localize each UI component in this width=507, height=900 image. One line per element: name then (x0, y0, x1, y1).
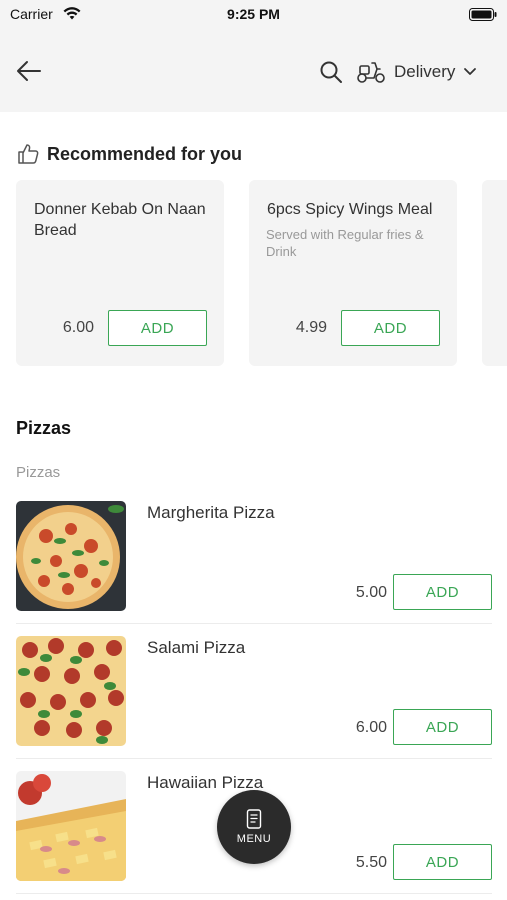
divider (16, 623, 492, 624)
scooter-icon (357, 62, 385, 83)
recommended-title: Recommended for you (47, 143, 243, 164)
menu-fab-button[interactable]: MENU (217, 790, 291, 864)
recommended-card[interactable]: Donner Kebab On Naan Bread 6.00 ADD (16, 180, 224, 366)
menu-item[interactable]: Margherita Pizza 5.00 ADD (16, 501, 492, 627)
menu-book-icon (246, 809, 262, 829)
status-time: 9:25 PM (227, 6, 280, 22)
recommended-item-name: Donner Kebab On Naan Bread (34, 201, 206, 239)
hawaiian-pizza-image (16, 771, 126, 881)
margherita-pizza-image (16, 501, 126, 611)
recommended-card[interactable]: 6pcs Spicy Wings Meal Served with Regula… (249, 180, 457, 366)
recommended-card-partial[interactable] (482, 180, 507, 366)
section-title: Pizzas (16, 418, 72, 438)
recommended-item-price: 4.99 (295, 319, 327, 336)
back-button[interactable] (14, 57, 44, 85)
search-icon[interactable] (318, 59, 344, 85)
add-button[interactable]: ADD (393, 844, 492, 880)
recommended-item-description: Served with Regular fries & Drink (266, 227, 424, 259)
menu-item-name: Salami Pizza (147, 638, 246, 657)
top-bar: Delivery (0, 30, 507, 112)
menu-item-price: 6.00 (355, 719, 387, 736)
recommended-item-price: 6.00 (62, 319, 94, 336)
add-button[interactable]: ADD (393, 574, 492, 610)
menu-fab-label: MENU (236, 833, 272, 845)
add-button[interactable]: ADD (108, 310, 207, 346)
battery-icon (469, 8, 497, 21)
chevron-down-icon (464, 68, 477, 75)
arrow-left-icon (17, 61, 41, 81)
divider (16, 758, 492, 759)
salami-pizza-image (16, 636, 126, 746)
add-button[interactable]: ADD (393, 709, 492, 745)
add-button[interactable]: ADD (341, 310, 440, 346)
menu-item[interactable]: Salami Pizza 6.00 ADD (16, 636, 492, 762)
divider (16, 893, 492, 894)
menu-item-price: 5.50 (355, 854, 387, 871)
recommended-item-name: 6pcs Spicy Wings Meal (267, 201, 433, 218)
delivery-label: Delivery (394, 62, 456, 81)
menu-item-name: Margherita Pizza (147, 503, 275, 522)
status-bar: Carrier 9:25 PM (0, 0, 507, 30)
menu-item-price: 5.00 (355, 584, 387, 601)
recommended-heading: Recommended for you (16, 140, 242, 168)
thumbs-up-icon (18, 144, 39, 164)
delivery-mode-selector[interactable]: Delivery (356, 55, 477, 89)
category-subtitle: Pizzas (16, 464, 61, 481)
